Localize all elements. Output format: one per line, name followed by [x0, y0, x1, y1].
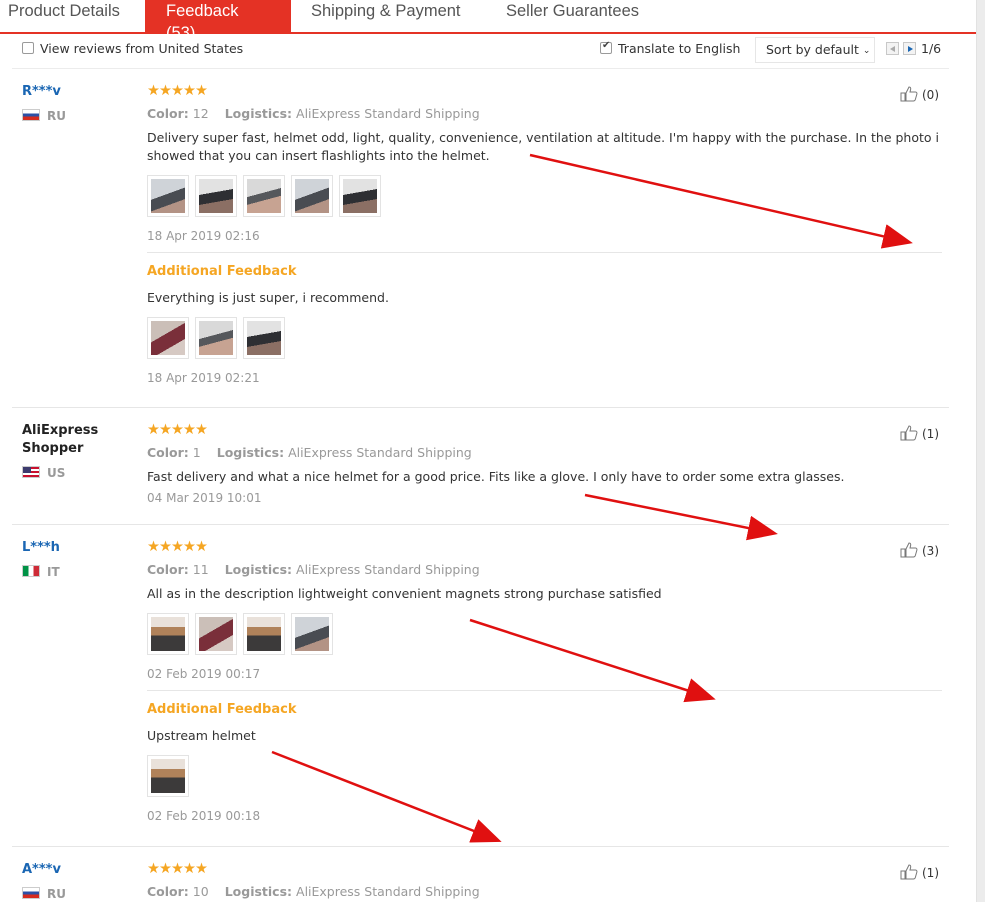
flag-ru-icon	[22, 109, 40, 121]
additional-feedback-date: 18 Apr 2019 02:21	[147, 371, 260, 385]
review-photo[interactable]	[243, 613, 285, 655]
review-photo[interactable]	[195, 613, 237, 655]
reviewer-country: IT	[22, 565, 60, 579]
reviewer-name[interactable]: AliExpress Shopper	[22, 422, 112, 458]
reviewer-country: RU	[22, 887, 66, 901]
review-date: 02 Feb 2019 00:17	[147, 667, 261, 681]
review-item: AliExpress Shopper US (1) ★★★★★ Color: 1…	[12, 408, 949, 525]
review-content: ★★★★★ Color: 10 Logistics: AliExpress Sta…	[147, 861, 942, 899]
review-photo[interactable]	[243, 175, 285, 217]
reviewer-country: RU	[22, 109, 66, 123]
sort-label: Sort by default	[766, 42, 859, 57]
additional-feedback-text: Upstream helmet	[147, 728, 256, 743]
review-meta: Color: 1 Logistics: AliExpress Standard S…	[147, 445, 472, 460]
review-text: Fast delivery and what a nice helmet for…	[147, 469, 845, 484]
rating-stars: ★★★★★	[147, 83, 208, 99]
review-date: 04 Mar 2019 10:01	[147, 491, 262, 505]
flag-us-icon	[22, 466, 40, 478]
review-photos	[147, 613, 942, 655]
review-content: ★★★★★ Color: 12 Logistics: AliExpress Sta…	[147, 83, 942, 385]
review-item: R***v RU (0) ★★★★★ Color: 12 Logistics: A…	[12, 69, 949, 408]
next-page-button[interactable]	[903, 42, 916, 55]
review-item: A***v RU (1) ★★★★★ Color: 10 Logistics: A…	[12, 847, 949, 902]
view-us-label[interactable]: View reviews from United States	[40, 41, 243, 56]
review-date: 18 Apr 2019 02:16	[147, 229, 260, 243]
flag-it-icon	[22, 565, 40, 577]
reviewer-name[interactable]: A***v	[22, 861, 61, 879]
tab-product-details[interactable]: Product Details	[8, 0, 120, 32]
reviewer-name[interactable]: R***v	[22, 83, 61, 101]
tab-seller-guarantees[interactable]: Seller Guarantees	[506, 0, 639, 32]
prev-page-button[interactable]	[886, 42, 899, 55]
review-photos	[147, 175, 942, 217]
additional-photos	[147, 755, 942, 797]
review-content: ★★★★★ Color: 1 Logistics: AliExpress Stan…	[147, 422, 942, 505]
review-photo[interactable]	[147, 317, 189, 359]
rating-stars: ★★★★★	[147, 861, 208, 877]
review-meta: Color: 10 Logistics: AliExpress Standard …	[147, 884, 480, 899]
review-meta: Color: 12 Logistics: AliExpress Standard …	[147, 106, 480, 121]
review-photo[interactable]	[291, 175, 333, 217]
sort-dropdown[interactable]: Sort by default ⌄	[755, 37, 875, 63]
review-photo[interactable]	[195, 175, 237, 217]
tab-shipping-payment[interactable]: Shipping & Payment	[311, 0, 461, 32]
filter-bar: View reviews from United States Translat…	[12, 34, 949, 69]
translate-label[interactable]: Translate to English	[618, 41, 740, 56]
additional-feedback-title: Additional Feedback	[147, 264, 297, 279]
divider	[147, 252, 942, 253]
additional-feedback-title: Additional Feedback	[147, 702, 297, 717]
divider	[147, 690, 942, 691]
additional-feedback-date: 02 Feb 2019 00:18	[147, 809, 261, 823]
review-photo[interactable]	[291, 613, 333, 655]
view-us-checkbox[interactable]	[22, 42, 34, 54]
review-meta: Color: 11 Logistics: AliExpress Standard …	[147, 562, 480, 577]
flag-ru-icon	[22, 887, 40, 899]
rating-stars: ★★★★★	[147, 539, 208, 555]
reviewer-country: US	[22, 466, 65, 480]
review-photo[interactable]	[339, 175, 381, 217]
chevron-down-icon: ⌄	[862, 46, 871, 56]
review-photo[interactable]	[147, 175, 189, 217]
review-item: L***h IT (3) ★★★★★ Color: 11 Logistics: A…	[12, 525, 949, 847]
review-text: All as in the description lightweight co…	[147, 586, 662, 601]
review-photo[interactable]	[195, 317, 237, 359]
tab-bar: Product Details Feedback (53) Shipping &…	[0, 0, 976, 42]
page-indicator: 1/6	[921, 41, 942, 56]
review-content: ★★★★★ Color: 11 Logistics: AliExpress Sta…	[147, 539, 942, 823]
review-photo[interactable]	[243, 317, 285, 359]
review-photo[interactable]	[147, 613, 189, 655]
rating-stars: ★★★★★	[147, 422, 208, 438]
reviewer-name[interactable]: L***h	[22, 539, 60, 557]
additional-photos	[147, 317, 942, 359]
review-photo[interactable]	[147, 755, 189, 797]
scrollbar[interactable]	[976, 0, 985, 902]
review-text: Delivery super fast, helmet odd, light, …	[147, 130, 939, 163]
translate-checkbox[interactable]	[600, 40, 612, 54]
tab-feedback[interactable]: Feedback (53)	[145, 0, 291, 42]
additional-feedback-text: Everything is just super, i recommend.	[147, 290, 389, 305]
